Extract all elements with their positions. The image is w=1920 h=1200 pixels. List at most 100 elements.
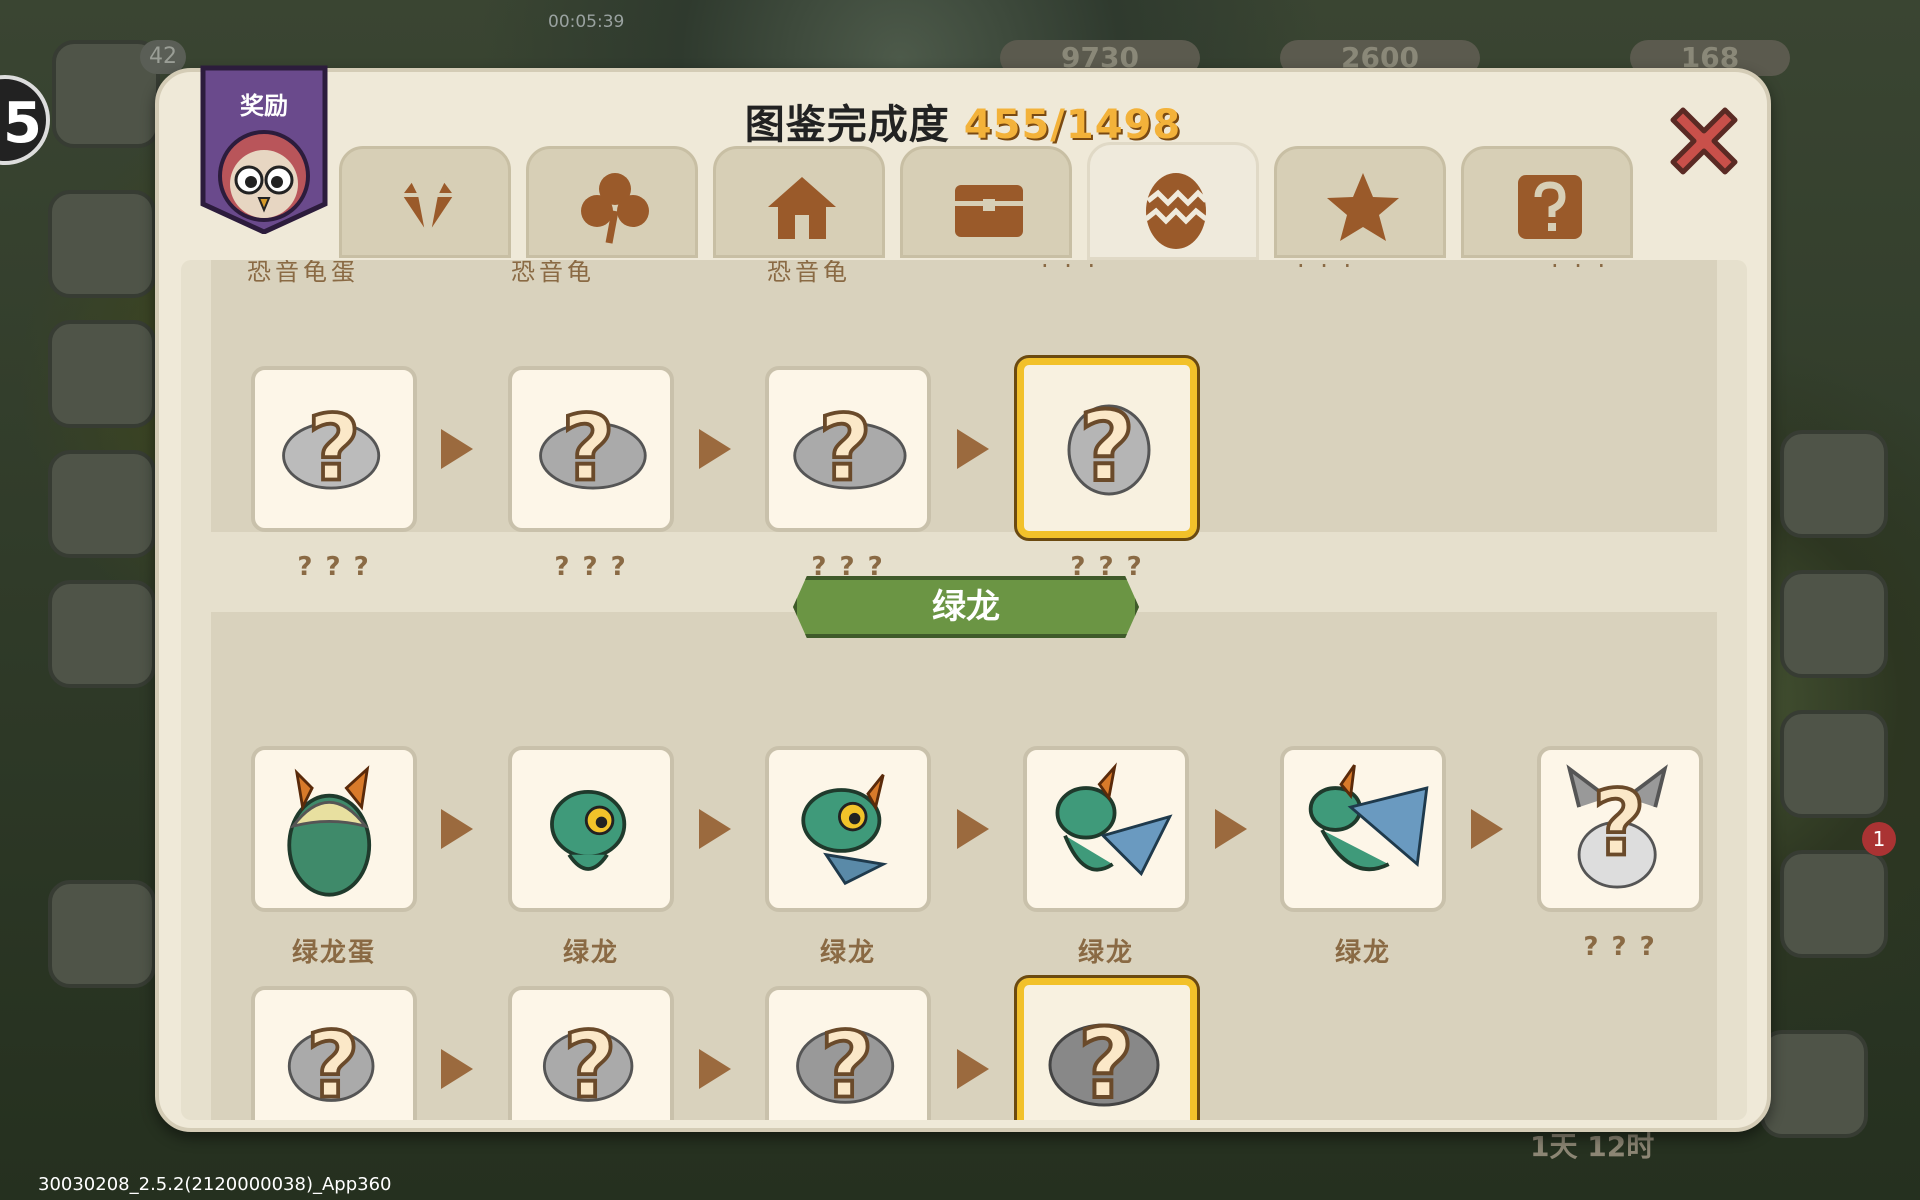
collection-list[interactable]: 恐音龟蛋 恐音龟 恐音龟 · · · · · · · · · ? ? ? ? ?…	[181, 260, 1747, 1120]
unknown-creature-icon: ?	[539, 393, 647, 503]
creature-card-locked[interactable]: ?	[1537, 746, 1703, 912]
svg-text:?: ?	[564, 1012, 617, 1119]
tab-stars[interactable]	[1274, 146, 1446, 258]
evolve-arrow	[957, 809, 989, 849]
cropped-label: · · ·	[1041, 260, 1100, 280]
creature-name: 绿龙蛋	[291, 938, 376, 968]
svg-text:?: ?	[308, 394, 361, 501]
green-dragon-icon	[1055, 762, 1173, 877]
creature-card-locked[interactable]: ?	[251, 986, 417, 1120]
notification-badge: 1	[1862, 822, 1896, 856]
creature-name: ? ? ?	[554, 552, 628, 582]
creature-card-locked[interactable]: ?	[508, 986, 674, 1120]
creature-card-adult[interactable]	[1280, 746, 1446, 912]
close-icon	[1670, 107, 1738, 175]
creature-card-final-locked[interactable]: ?	[1014, 975, 1200, 1120]
creature-name: ? ? ?	[297, 552, 371, 582]
house-icon	[768, 177, 836, 239]
unknown-creature-icon: ?	[542, 1010, 634, 1120]
book-menu-button[interactable]	[48, 450, 156, 558]
unknown-creature-icon: ?	[282, 393, 381, 503]
evolve-arrow	[957, 1049, 989, 1089]
evolve-arrow	[441, 809, 473, 849]
more-button[interactable]	[48, 880, 156, 988]
svg-text:?: ?	[819, 394, 872, 501]
gem-icon	[398, 177, 458, 239]
character-button[interactable]	[1780, 850, 1888, 958]
panel-title: 图鉴完成度 455/1498	[159, 92, 1767, 150]
svg-text:?: ?	[1593, 770, 1646, 877]
green-dragon-section	[211, 612, 1717, 1120]
top-section: 恐音龟蛋 恐音龟 恐音龟 · · · · · · · · ·	[211, 260, 1717, 532]
knight-menu-button[interactable]	[48, 320, 156, 428]
clover-icon	[581, 173, 649, 244]
creature-card-final-locked[interactable]: ?	[1014, 355, 1200, 541]
svg-text:?: ?	[562, 394, 615, 501]
creature-card-locked[interactable]: ?	[765, 986, 931, 1120]
tab-gems[interactable]	[339, 146, 511, 258]
unknown-creature-icon: ?	[287, 1010, 375, 1120]
evolve-arrow	[699, 429, 731, 469]
svg-text:?: ?	[307, 1012, 360, 1119]
green-dragon-icon	[550, 789, 627, 871]
creature-name: 绿龙	[819, 938, 876, 968]
star-menu-button[interactable]	[48, 190, 156, 298]
creature-card-locked[interactable]: ?	[765, 366, 931, 532]
question-icon	[1518, 175, 1582, 239]
treasure-button[interactable]	[1760, 1030, 1868, 1138]
green-dragon-icon	[1308, 764, 1429, 872]
creature-card-teen[interactable]	[1023, 746, 1189, 912]
top-hud: 00:05:39 9730 2600 168	[0, 0, 1920, 76]
svg-text:?: ?	[821, 1012, 874, 1119]
collection-panel: 图鉴完成度 455/1498 奖励 恐音龟蛋 恐音龟 恐音龟 · · · · ·…	[155, 65, 1771, 1132]
creature-name: 绿龙	[1334, 938, 1391, 968]
close-button[interactable]	[1659, 96, 1749, 186]
title-text: 图鉴完成度	[744, 102, 950, 148]
evolve-arrow	[957, 429, 989, 469]
evolve-arrow	[699, 1049, 731, 1089]
creature-card-locked[interactable]: ?	[251, 366, 417, 532]
creature-card-baby[interactable]	[508, 746, 674, 912]
tab-clover[interactable]	[526, 146, 698, 258]
tab-unknown[interactable]	[1461, 146, 1633, 258]
version-label: 30030208_2.5.2(2120000038)_App360	[38, 1174, 392, 1195]
unknown-creature-icon: ?	[1067, 389, 1151, 505]
cropped-label: 恐音龟蛋	[247, 260, 359, 286]
chat-button[interactable]	[48, 580, 156, 688]
svg-text:?: ?	[1079, 391, 1135, 503]
reward-badge[interactable]: 奖励	[199, 64, 329, 235]
green-dragon-egg-icon	[287, 765, 372, 897]
creature-card-egg[interactable]	[251, 746, 417, 912]
evolve-arrow	[441, 429, 473, 469]
cropped-label: · · ·	[1297, 260, 1356, 280]
cropped-label: 恐音龟	[511, 260, 595, 286]
event-timer: 00:05:39	[548, 12, 625, 32]
creature-name: 绿龙	[1077, 938, 1134, 968]
green-dragon-icon	[801, 773, 888, 886]
tab-chests[interactable]	[900, 146, 1072, 258]
group-title: 绿龙	[793, 576, 1139, 638]
creature-name: ? ? ?	[1583, 932, 1657, 962]
cropped-label: · · ·	[1551, 260, 1610, 280]
evolve-arrow	[1471, 809, 1503, 849]
egg-menu-button[interactable]	[1780, 710, 1888, 818]
evolve-arrow	[1215, 809, 1247, 849]
svg-text:?: ?	[1078, 1008, 1134, 1120]
unknown-creature-icon: ?	[793, 393, 907, 503]
evolve-arrow	[699, 809, 731, 849]
egg-icon	[1144, 173, 1208, 249]
cropped-label: 恐音龟	[767, 260, 851, 286]
creature-card-locked[interactable]: ?	[508, 366, 674, 532]
creature-name: 绿龙	[562, 938, 619, 968]
unknown-creature-icon: ?	[1048, 1006, 1160, 1120]
gift-button[interactable]	[1780, 570, 1888, 678]
banner-button[interactable]	[1780, 430, 1888, 538]
chest-icon	[955, 185, 1023, 237]
tab-buildings[interactable]	[713, 146, 885, 258]
tab-eggs[interactable]	[1087, 142, 1259, 260]
star-icon	[1327, 173, 1399, 241]
reward-label: 奖励	[240, 92, 288, 120]
unknown-creature-icon: ?	[1566, 764, 1668, 889]
unknown-creature-icon: ?	[796, 1010, 895, 1120]
creature-card-young[interactable]	[765, 746, 931, 912]
